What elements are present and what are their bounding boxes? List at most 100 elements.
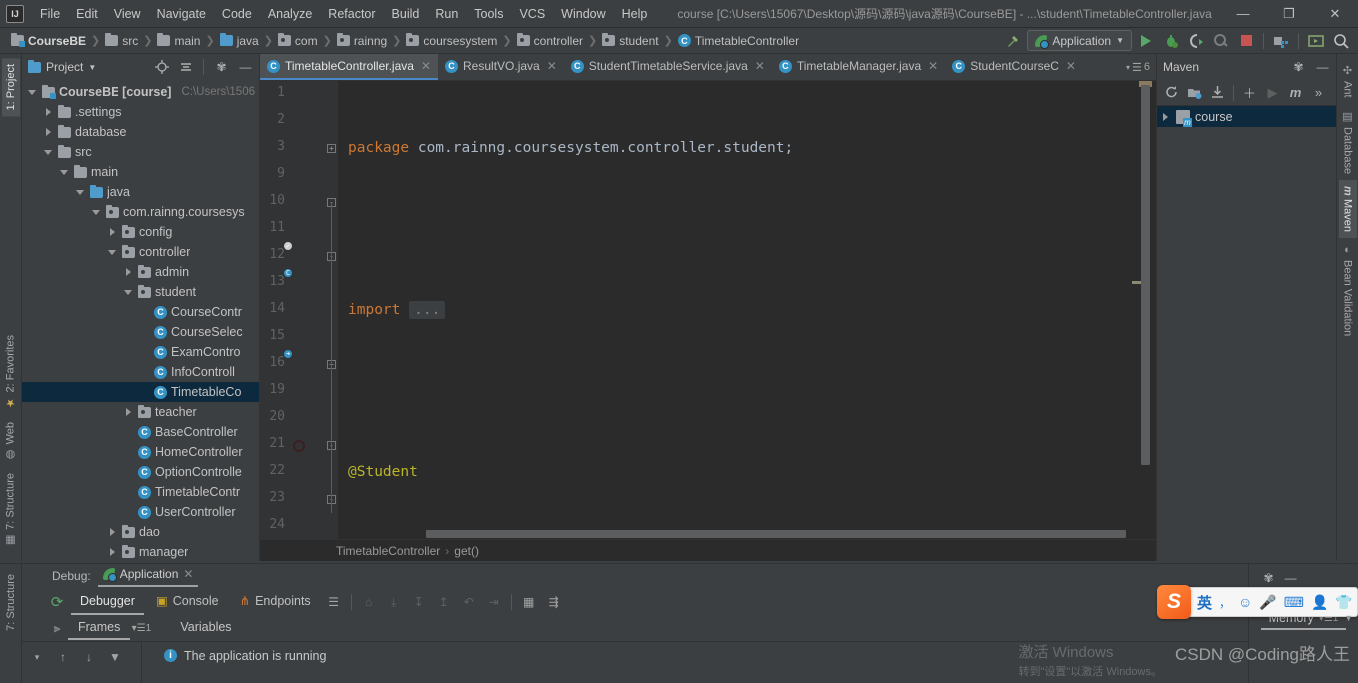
filter-icon[interactable]: ▼: [104, 647, 126, 667]
run-icon[interactable]: ▶: [1262, 82, 1283, 103]
crumb-rainng[interactable]: rainng: [334, 33, 390, 49]
run-configuration-selector[interactable]: Application ▼: [1027, 30, 1132, 51]
maximize-button[interactable]: ❐: [1266, 0, 1312, 27]
tree-node[interactable]: com.rainng.coursesys: [22, 202, 259, 222]
minimize-icon[interactable]: —: [1313, 58, 1332, 77]
tree-node[interactable]: teacher: [22, 402, 259, 422]
tree-node[interactable]: C TimetableContr: [22, 482, 259, 502]
expand-arrow-icon[interactable]: [124, 267, 134, 277]
editor-gutter[interactable]: 123+910-1112✓-13C141516➜+192021-2223-24: [260, 81, 338, 539]
gutter-row[interactable]: 1: [260, 81, 338, 108]
tree-node[interactable]: C CourseSelec: [22, 322, 259, 342]
close-icon[interactable]: ✕: [1064, 59, 1076, 73]
editor-tab[interactable]: C StudentTimetableService.java ✕: [564, 54, 772, 80]
sidebar-item-favorites[interactable]: ★ 2: Favorites: [1, 329, 20, 415]
tree-node[interactable]: C InfoControll: [22, 362, 259, 382]
breadcrumb-class[interactable]: TimetableController: [336, 544, 440, 558]
tree-node[interactable]: src: [22, 142, 259, 162]
evaluate-icon[interactable]: ▦: [518, 592, 540, 612]
stop-icon[interactable]: [1235, 30, 1257, 51]
editor-tab[interactable]: C ResultVO.java ✕: [438, 54, 564, 80]
chevron-down-icon[interactable]: ▼: [88, 63, 96, 72]
drop-frame-icon[interactable]: ↶: [458, 592, 480, 612]
editor-tab[interactable]: C TimetableManager.java ✕: [772, 54, 945, 80]
run-to-cursor-icon[interactable]: ⇥: [483, 592, 505, 612]
profile-icon[interactable]: [1210, 30, 1232, 51]
expand-arrow-icon[interactable]: [108, 527, 118, 537]
gutter-row[interactable]: 9: [260, 162, 338, 189]
editor-tab[interactable]: C StudentCourseC ✕: [945, 54, 1083, 80]
expand-arrow-icon[interactable]: [108, 227, 118, 237]
more-icon[interactable]: »: [1308, 82, 1329, 103]
gutter-row[interactable]: 2: [260, 108, 338, 135]
tree-node[interactable]: C HomeController: [22, 442, 259, 462]
expand-arrow-icon[interactable]: [1161, 112, 1171, 122]
presentation-icon[interactable]: [1305, 30, 1327, 51]
gutter-row[interactable]: 22: [260, 459, 338, 486]
thread-selector-icon[interactable]: ▾: [26, 647, 48, 667]
gutter-row[interactable]: 20: [260, 405, 338, 432]
expand-arrow-icon[interactable]: [108, 247, 118, 257]
tab-endpoints[interactable]: ⋔ Endpoints: [231, 589, 320, 615]
step-out-icon[interactable]: ↥: [433, 592, 455, 612]
code-content[interactable]: package com.rainng.coursesystem.controll…: [338, 81, 1156, 539]
frames-count-icon[interactable]: ▾☰ 1: [130, 619, 152, 639]
menu-refactor[interactable]: Refactor: [320, 4, 383, 24]
menu-code[interactable]: Code: [214, 4, 260, 24]
crumb-student[interactable]: student: [599, 33, 661, 49]
close-icon[interactable]: ✕: [545, 59, 557, 73]
tree-node[interactable]: C TimetableCo: [22, 382, 259, 402]
sidebar-item-structure[interactable]: ▦ 7: Structure: [1, 467, 20, 553]
skin-icon[interactable]: 👕: [1335, 594, 1352, 611]
gutter-row[interactable]: 11: [260, 216, 338, 243]
locate-icon[interactable]: [152, 58, 171, 77]
expand-arrow-icon[interactable]: [124, 287, 134, 297]
crumb-com[interactable]: com: [275, 33, 321, 49]
menu-edit[interactable]: Edit: [68, 4, 106, 24]
sidebar-item-structure[interactable]: 7: Structure: [2, 568, 20, 637]
down-icon[interactable]: ↓: [78, 647, 100, 667]
tree-node[interactable]: C UserController: [22, 502, 259, 522]
expand-arrow-icon[interactable]: [76, 187, 86, 197]
sidebar-item-maven[interactable]: m Maven: [1338, 179, 1357, 239]
emoji-icon[interactable]: ☺: [1238, 594, 1252, 610]
close-icon[interactable]: ✕: [183, 567, 193, 581]
close-icon[interactable]: ✕: [419, 59, 431, 73]
crumb-coursebe[interactable]: CourseBE: [8, 33, 89, 49]
menu-run[interactable]: Run: [427, 4, 466, 24]
sidebar-item-web[interactable]: ◍ Web: [1, 416, 20, 467]
search-everywhere-icon[interactable]: [1330, 30, 1352, 51]
variables-view[interactable]: i The application is running: [142, 642, 1248, 683]
generate-sources-icon[interactable]: [1184, 82, 1205, 103]
crumb-controller[interactable]: controller: [514, 33, 586, 49]
layout-icon[interactable]: ☰: [323, 592, 345, 612]
maven-settings-icon[interactable]: m: [1285, 82, 1306, 103]
reimport-icon[interactable]: [1161, 82, 1182, 103]
tab-overflow-indicator[interactable]: ▾ ☰ 6: [1120, 54, 1156, 80]
gutter-row[interactable]: 16➜+: [260, 349, 338, 378]
vertical-scrollbar[interactable]: [1141, 85, 1150, 527]
gutter-row[interactable]: 15: [260, 324, 338, 351]
expand-arrow-icon[interactable]: [60, 167, 70, 177]
subtab-frames[interactable]: Frames: [68, 617, 131, 640]
collapse-all-icon[interactable]: [176, 58, 195, 77]
scrollbar-thumb[interactable]: [1141, 85, 1150, 465]
punctuation-icon[interactable]: ，: [1219, 594, 1231, 611]
expand-arrow-icon[interactable]: [124, 407, 134, 417]
project-tree[interactable]: CourseBE [course] C:\Users\1506 .settings d…: [22, 80, 259, 561]
horizontal-scrollbar[interactable]: [426, 530, 1126, 538]
expand-arrow-icon[interactable]: [28, 87, 38, 97]
tab-debugger[interactable]: Debugger: [71, 590, 144, 615]
ime-mode-icon[interactable]: 英: [1197, 592, 1212, 613]
crumb-java[interactable]: java: [217, 33, 262, 49]
tree-node[interactable]: config: [22, 222, 259, 242]
tree-node[interactable]: C BaseController: [22, 422, 259, 442]
expand-arrow-icon[interactable]: [108, 547, 118, 557]
tree-node[interactable]: C ExamContro: [22, 342, 259, 362]
step-over-icon[interactable]: ⤓: [383, 592, 405, 612]
close-button[interactable]: ✕: [1312, 0, 1358, 27]
gutter-row[interactable]: 19: [260, 378, 338, 405]
tree-node[interactable]: student: [22, 282, 259, 302]
hammer-icon[interactable]: [1002, 30, 1024, 51]
gear-icon[interactable]: ✾: [212, 58, 231, 77]
